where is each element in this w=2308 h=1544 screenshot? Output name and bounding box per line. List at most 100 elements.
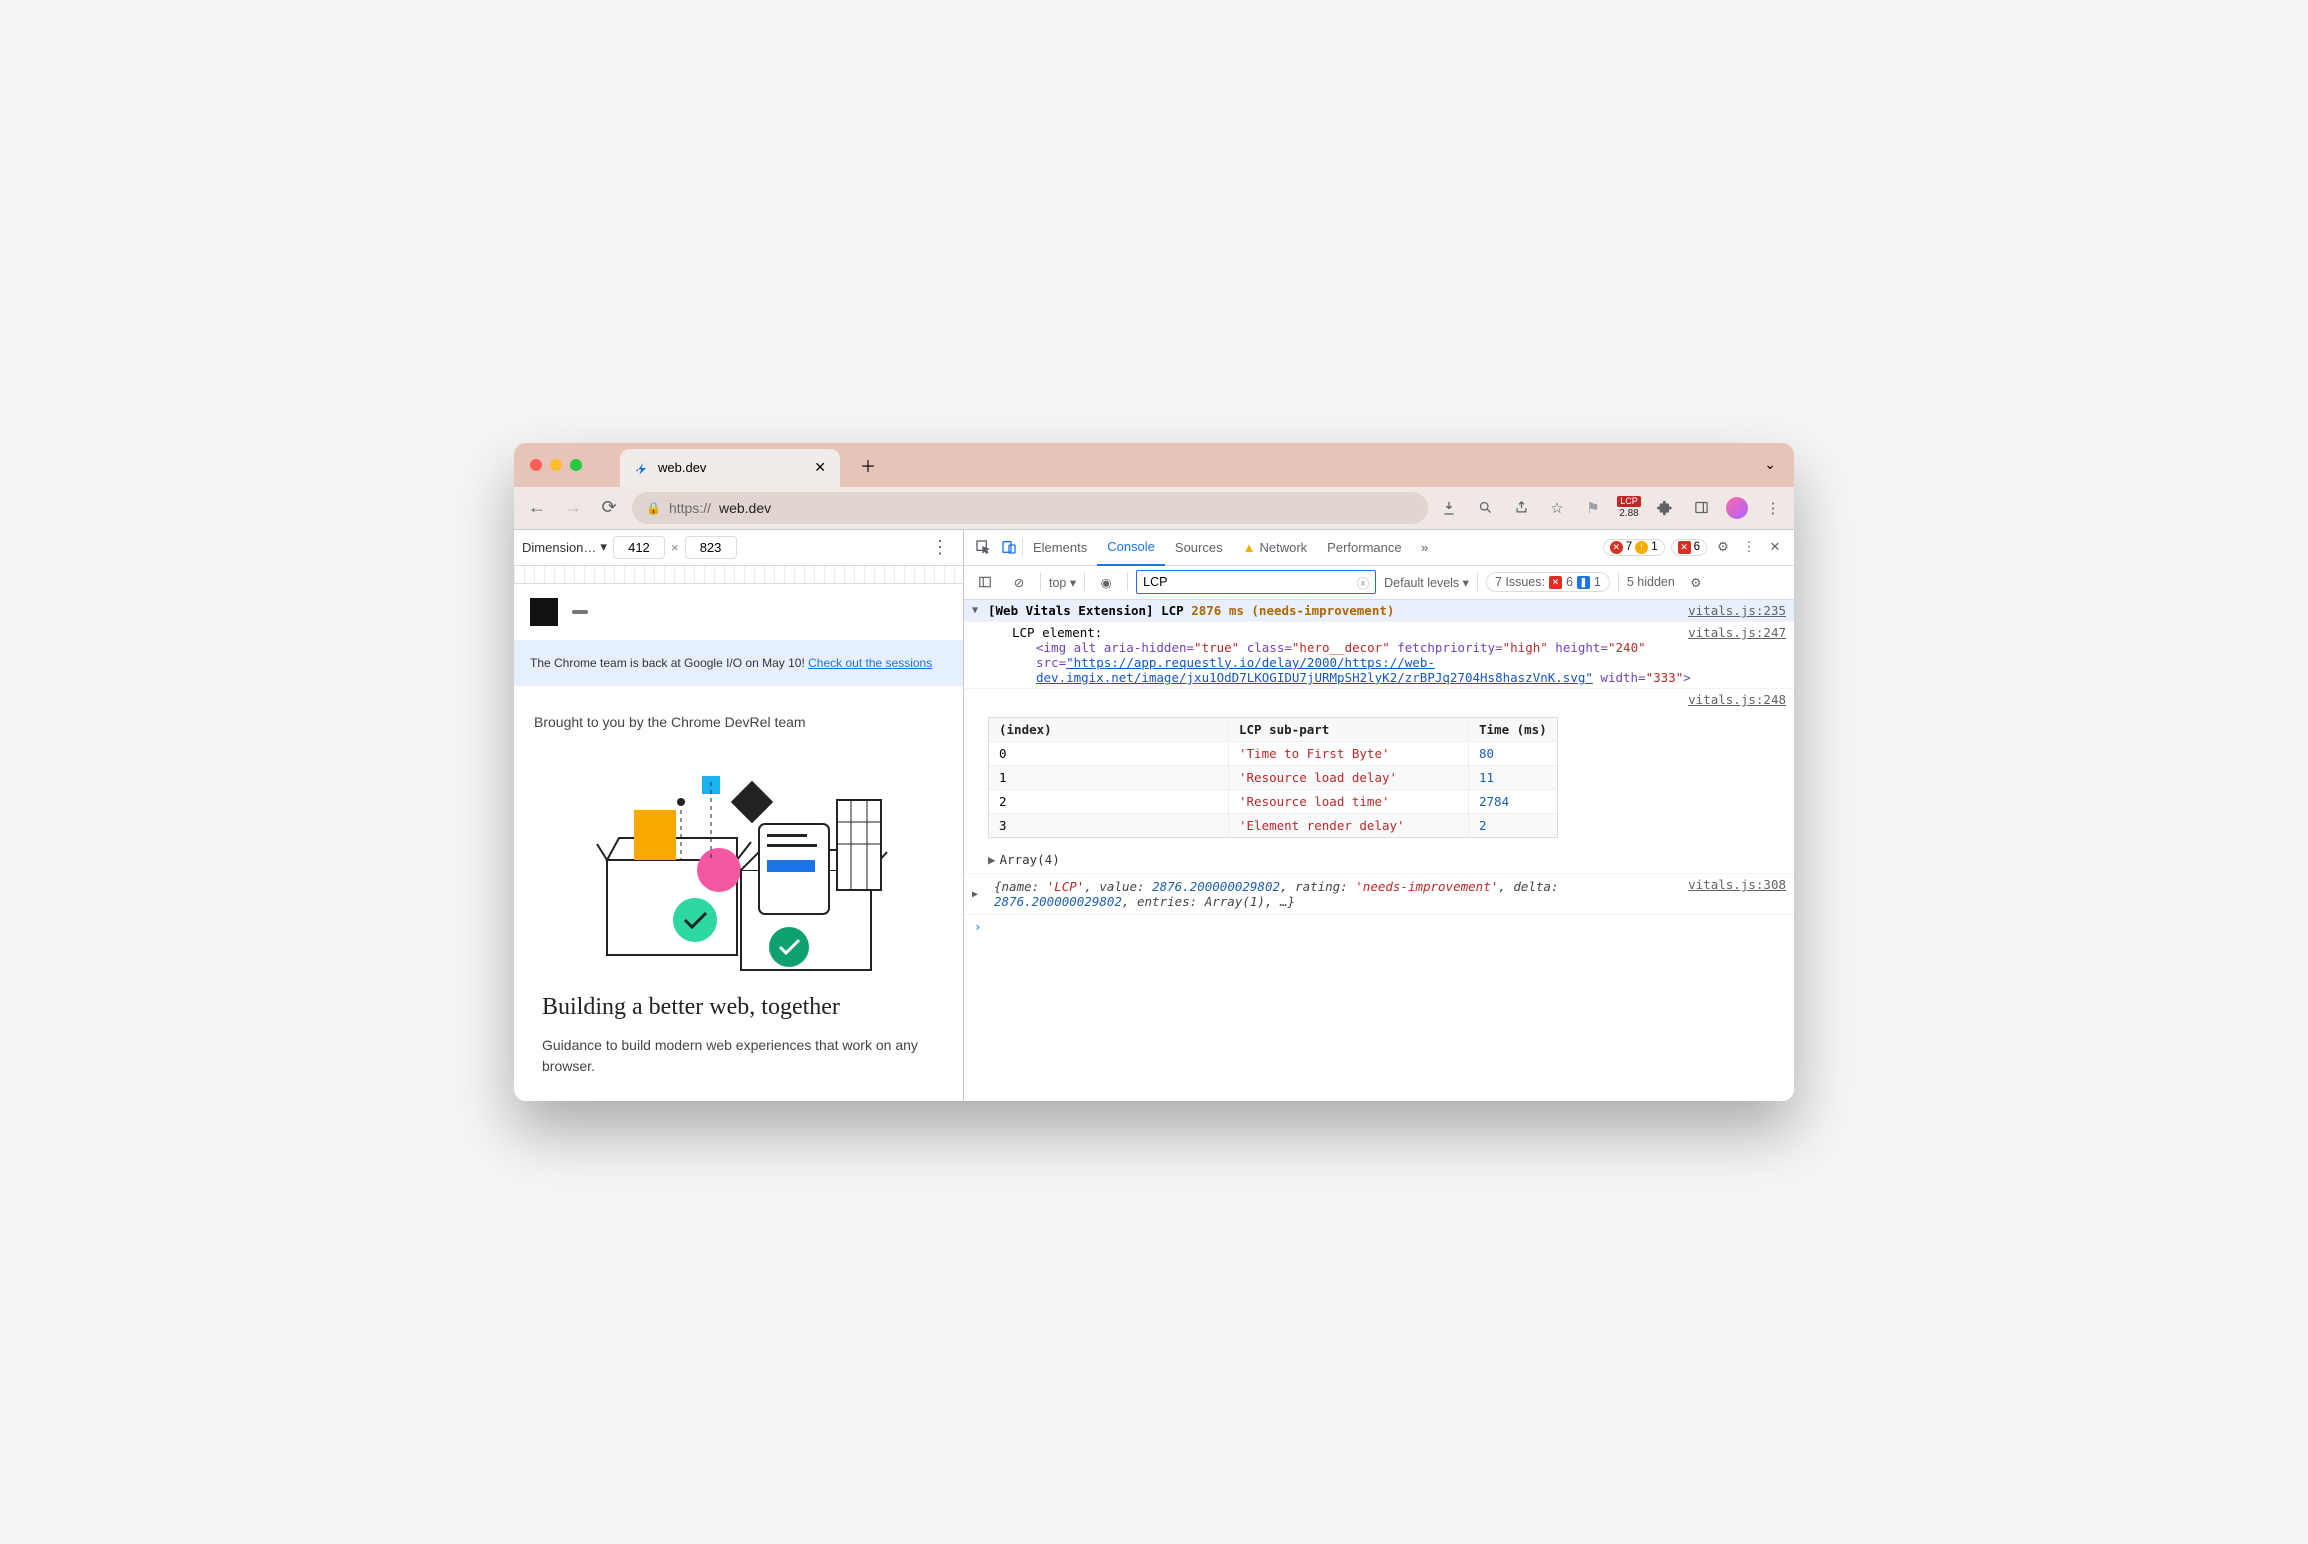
source-link[interactable]: vitals.js:248: [1676, 692, 1786, 707]
issues-button[interactable]: 7 Issues: ✕6 ❚1: [1486, 572, 1610, 592]
tab-overflow-icon[interactable]: ⌄: [1764, 456, 1784, 473]
lcp-breakdown-table: (index) LCP sub-part Time (ms) 0'Time to…: [988, 717, 1558, 838]
device-height-input[interactable]: [685, 536, 737, 559]
context-selector[interactable]: top ▾: [1049, 575, 1076, 590]
banner-link[interactable]: Check out the sessions: [808, 656, 932, 670]
tab-close-icon[interactable]: ✕: [814, 459, 826, 476]
chevron-down-icon: ▾: [600, 539, 607, 555]
extensions-icon[interactable]: [1654, 497, 1676, 519]
traffic-lights: [524, 459, 582, 471]
console-row-lcp-header: ▼ [Web Vitals Extension] LCP 2876 ms (ne…: [964, 600, 1794, 622]
warning-icon: ▲: [1243, 540, 1256, 555]
lcp-extension-badge[interactable]: LCP 2.88: [1618, 497, 1640, 519]
page-logo-icon: [530, 598, 558, 626]
page-nav-stub: [572, 610, 588, 614]
lock-icon: 🔒: [646, 501, 661, 515]
page-heading: Building a better web, together: [514, 980, 963, 1027]
device-toolbar-menu-icon[interactable]: ⋮: [925, 537, 955, 558]
device-width-input[interactable]: [613, 536, 665, 559]
tab-favicon: [634, 460, 650, 476]
main-split: Dimension… ▾ × ⋮ The Chrome team is back…: [514, 529, 1794, 1101]
inspect-icon[interactable]: [970, 534, 996, 560]
log-levels-select[interactable]: Default levels ▾: [1384, 575, 1469, 590]
share-icon[interactable]: [1510, 497, 1532, 519]
address-bar: ← → ⟳ 🔒 https://web.dev ☆ ⚑ LCP 2.88 ⋮: [514, 487, 1794, 529]
source-link[interactable]: vitals.js:308: [1676, 877, 1786, 892]
page-header-stub: [514, 584, 963, 640]
device-ruler: [514, 566, 963, 584]
table-row: 1'Resource load delay'11: [989, 765, 1557, 789]
table-array-footer[interactable]: ▶Array(4): [964, 848, 1068, 873]
tab-performance[interactable]: Performance: [1317, 529, 1411, 565]
console-row-lcp-element: LCP element: vitals.js:247 <img alt aria…: [964, 622, 1794, 689]
source-link[interactable]: vitals.js:235: [1676, 603, 1786, 618]
console-filter-input[interactable]: ⓧ: [1136, 570, 1376, 594]
page-banner: The Chrome team is back at Google I/O on…: [514, 640, 963, 686]
device-select[interactable]: Dimension… ▾: [522, 539, 607, 555]
bookmark-icon[interactable]: ☆: [1546, 497, 1568, 519]
flag-icon[interactable]: ⚑: [1582, 497, 1604, 519]
caret-icon[interactable]: ▼: [972, 603, 982, 616]
tab-sources[interactable]: Sources: [1165, 529, 1233, 565]
omnibox[interactable]: 🔒 https://web.dev: [632, 492, 1428, 524]
dimension-separator: ×: [671, 540, 679, 555]
device-toggle-icon[interactable]: [996, 534, 1022, 560]
lcp-element-label: LCP element:: [1012, 625, 1102, 640]
clear-console-icon[interactable]: ⊘: [1006, 569, 1032, 595]
tab-elements[interactable]: Elements: [1023, 529, 1097, 565]
table-row: 0'Time to First Byte'80: [989, 741, 1557, 765]
menu-icon[interactable]: ⋮: [1762, 497, 1784, 519]
devtools-menu-icon[interactable]: ⋮: [1736, 534, 1762, 560]
tab-console[interactable]: Console: [1097, 530, 1165, 566]
zoom-icon[interactable]: [1474, 497, 1496, 519]
device-toolbar: Dimension… ▾ × ⋮: [514, 530, 963, 566]
console-prompt[interactable]: ›: [964, 915, 1794, 938]
forward-button[interactable]: →: [560, 495, 586, 521]
live-expression-icon[interactable]: ◉: [1093, 569, 1119, 595]
install-icon[interactable]: [1438, 497, 1460, 519]
page-kicker: Brought to you by the Chrome DevRel team: [514, 686, 963, 740]
caret-icon[interactable]: ▶: [972, 887, 982, 900]
rendered-page: The Chrome team is back at Google I/O on…: [514, 584, 963, 1101]
filter-clear-icon[interactable]: ⓧ: [1357, 573, 1370, 592]
maximize-window-button[interactable]: [570, 459, 582, 471]
table-row: 2'Resource load time'2784: [989, 789, 1557, 813]
banner-text: The Chrome team is back at Google I/O on…: [530, 656, 808, 670]
console-output: ▼ [Web Vitals Extension] LCP 2876 ms (ne…: [964, 600, 1794, 1101]
sidepanel-icon[interactable]: [1690, 497, 1712, 519]
lcp-value: 2876 ms (needs-improvement): [1191, 603, 1394, 618]
url-host: web.dev: [719, 500, 771, 516]
browser-tab[interactable]: web.dev ✕: [620, 449, 840, 487]
error-count[interactable]: ✕7 !1: [1603, 539, 1665, 556]
reload-button[interactable]: ⟳: [596, 495, 622, 521]
tabs-overflow-icon[interactable]: »: [1412, 534, 1438, 560]
console-row-object: ▶ {name: 'LCP', value: 2876.200000029802…: [964, 874, 1794, 915]
devtools-settings-icon[interactable]: ⚙: [1710, 534, 1736, 560]
lcp-element-html: <img alt aria-hidden="true" class="hero_…: [1012, 640, 1786, 685]
devtools-close-icon[interactable]: ✕: [1762, 534, 1788, 560]
table-row: 3'Element render delay'2: [989, 813, 1557, 837]
titlebar: web.dev ✕ ＋ ⌄: [514, 443, 1794, 487]
source-link[interactable]: vitals.js:247: [1676, 625, 1786, 640]
new-tab-button[interactable]: ＋: [860, 453, 876, 477]
tab-title: web.dev: [658, 460, 706, 475]
table-header: (index) LCP sub-part Time (ms): [989, 718, 1557, 741]
minimize-window-button[interactable]: [550, 459, 562, 471]
close-window-button[interactable]: [530, 459, 542, 471]
device-pane: Dimension… ▾ × ⋮ The Chrome team is back…: [514, 530, 964, 1101]
console-sidebar-icon[interactable]: [972, 569, 998, 595]
browser-window: web.dev ✕ ＋ ⌄ ← → ⟳ 🔒 https://web.dev ☆ …: [514, 443, 1794, 1101]
devtools-panel: Elements Console Sources ▲Network Perfor…: [964, 530, 1794, 1101]
blocked-count[interactable]: ✕6: [1671, 539, 1707, 556]
profile-avatar[interactable]: [1726, 497, 1748, 519]
console-settings-icon[interactable]: ⚙: [1683, 569, 1709, 595]
console-toolbar: ⊘ top ▾ ◉ ⓧ Default levels ▾ 7 Issues: ✕…: [964, 566, 1794, 600]
devtools-tabs: Elements Console Sources ▲Network Perfor…: [964, 530, 1794, 566]
console-row-table: vitals.js:248 (index) LCP sub-part Time …: [964, 689, 1794, 874]
back-button[interactable]: ←: [524, 495, 550, 521]
lcp-prefix: [Web Vitals Extension] LCP: [988, 603, 1184, 618]
toolbar-icons: ☆ ⚑ LCP 2.88 ⋮: [1438, 497, 1784, 519]
tab-network[interactable]: ▲Network: [1233, 529, 1318, 565]
hidden-messages[interactable]: 5 hidden: [1627, 575, 1675, 589]
hero-illustration: [514, 740, 963, 980]
